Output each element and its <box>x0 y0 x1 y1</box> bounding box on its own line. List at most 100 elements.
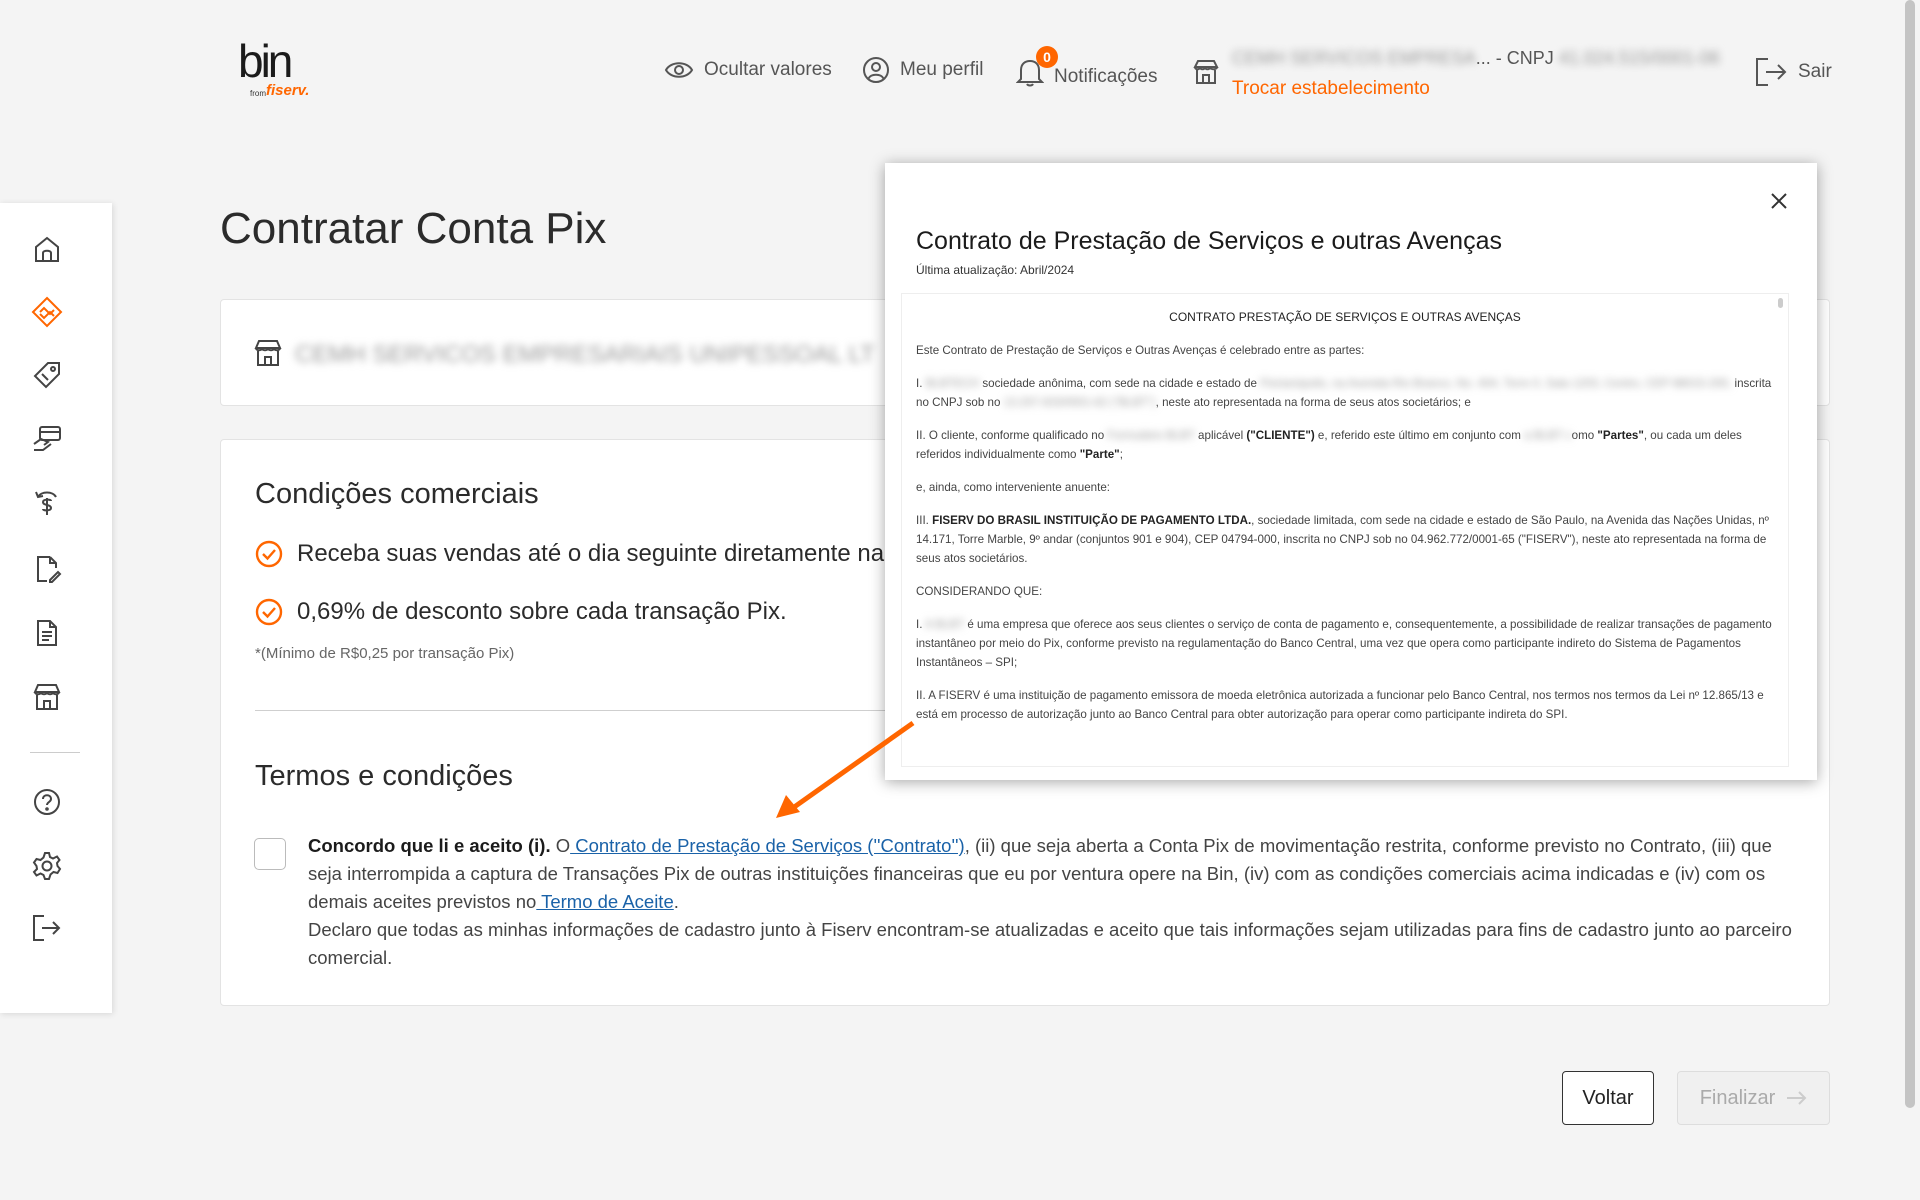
doc-paragraph: I. A BLBT é uma empresa que oferece aos … <box>916 615 1780 672</box>
doc-scrollbar[interactable] <box>1778 298 1783 308</box>
document-edit-icon <box>37 556 62 583</box>
terms-title: Termos e condições <box>255 760 513 792</box>
doc-redacted: Formulário BLBT <box>1107 429 1195 442</box>
settings-icon <box>32 852 62 880</box>
doc-bold: "Parte" <box>1079 448 1120 461</box>
document-icon <box>37 620 57 646</box>
close-icon <box>1771 193 1787 209</box>
establishment-info: CEMH SERVICOS EMPRESA... - CNPJ 41.024.5… <box>1232 48 1720 69</box>
doc-paragraph: III. FISERV DO BRASIL INSTITUIÇÃO DE PAG… <box>916 511 1780 568</box>
doc-redacted: BLBTECH <box>925 377 980 390</box>
price-tag-icon <box>33 362 60 389</box>
terms-text: Concordo que li e aceito (i). O Contrato… <box>308 832 1808 972</box>
doc-paragraph: e, ainda, como interveniente anuente: <box>916 481 1111 494</box>
eye-icon <box>664 62 694 78</box>
back-button-label: Voltar <box>1582 1086 1634 1109</box>
modal-title: Contrato de Prestação de Serviços e outr… <box>916 227 1502 255</box>
doc-text: é uma empresa que oferece aos seus clien… <box>916 618 1772 669</box>
contract-document[interactable]: CONTRATO PRESTAÇÃO DE SERVIÇOS E OUTRAS … <box>901 293 1789 767</box>
condition-text: Receba suas vendas até o dia seguinte di… <box>297 540 885 567</box>
contract-link[interactable]: Contrato de Prestação de Serviços (''Con… <box>570 835 964 856</box>
logout-label: Sair <box>1798 61 1832 82</box>
doc-text: I. <box>916 377 926 390</box>
condition-text: 0,69% de desconto sobre cada transação P… <box>297 598 787 625</box>
condition-item: Receba suas vendas até o dia seguinte di… <box>255 540 884 568</box>
store-icon <box>1193 60 1219 84</box>
doc-paragraph: II. A FISERV é uma instituição de pagame… <box>916 689 1764 721</box>
sidebar-item-card-sales[interactable] <box>31 423 63 455</box>
back-button[interactable]: Voltar <box>1562 1071 1654 1125</box>
sidebar-item-home[interactable] <box>31 233 63 265</box>
terms-agree: Concordo que li e aceito (i). <box>308 835 551 856</box>
establishment-full-name: CEMH SERVICOS EMPRESARIAIS UNIPESSOAL LT <box>295 341 875 368</box>
card-hand-icon <box>33 426 61 451</box>
doc-redacted: Florianópolis, na Avenida Rio Branco, No… <box>1260 377 1732 390</box>
minimum-fee-note: *(Mínimo de R$0,25 por transação Pix) <box>255 645 515 662</box>
condition-item: 0,69% de desconto sobre cada transação P… <box>255 598 787 626</box>
acceptance-term-link[interactable]: Termo de Aceite <box>536 891 674 912</box>
store-header-icon-wrap <box>1192 58 1220 86</box>
sidebar-item-help[interactable] <box>31 786 63 818</box>
home-icon <box>35 236 59 262</box>
check-circle-icon <box>255 598 283 626</box>
doc-text: sociedade anônima, com sede na cidade e … <box>979 377 1261 390</box>
logout-button[interactable]: Sair <box>1754 56 1832 88</box>
establishment-name: CEMH SERVICOS EMPRESA <box>1232 48 1476 68</box>
accept-terms-checkbox[interactable] <box>254 838 286 870</box>
sidebar-divider <box>30 752 80 753</box>
doc-bold: "Partes" <box>1597 429 1644 442</box>
modal-subtitle: Última atualização: Abril/2024 <box>916 263 1075 277</box>
logout-icon <box>1756 58 1787 86</box>
profile-button[interactable]: Meu perfil <box>862 56 983 84</box>
sidebar-item-stores[interactable] <box>31 681 63 713</box>
doc-text: II. O cliente, conforme qualificado no <box>916 429 1108 442</box>
sidebar-item-settings[interactable] <box>31 850 63 882</box>
establishment-cnpj-label: ... - CNPJ <box>1475 48 1554 68</box>
store-icon <box>33 684 61 710</box>
bin-logo[interactable]: bin from fiserv. <box>238 38 309 108</box>
contract-modal: Contrato de Prestação de Serviços e outr… <box>885 163 1817 780</box>
arrow-right-icon <box>1787 1091 1807 1105</box>
notification-count-badge: 0 <box>1036 46 1058 68</box>
doc-text: III. <box>916 514 933 527</box>
refund-icon <box>35 491 57 515</box>
doc-paragraph: CONSIDERANDO QUE: <box>916 585 1043 598</box>
sidebar-item-logout[interactable] <box>31 912 63 944</box>
annotation-arrow <box>776 720 915 818</box>
doc-text: , neste ato representada na forma de seu… <box>1155 396 1471 409</box>
establishment-cnpj: 41.024.515/0001-06 <box>1558 48 1720 68</box>
sidebar-item-reports[interactable] <box>31 617 63 649</box>
terms-o: O <box>550 835 571 856</box>
doc-redacted: a BLBT c <box>1524 429 1572 442</box>
logo-from: from <box>250 89 266 98</box>
doc-text: ; <box>1119 448 1123 461</box>
doc-heading: CONTRATO PRESTAÇÃO DE SERVIÇOS E OUTRAS … <box>1169 310 1521 324</box>
sidebar <box>0 203 112 1013</box>
sidebar-item-refunds[interactable] <box>31 487 63 519</box>
doc-redacted: A BLBT <box>925 618 965 631</box>
hide-values-button[interactable]: Ocultar valores <box>664 58 832 82</box>
page-title: Contratar Conta Pix <box>220 204 607 253</box>
sidebar-item-requests[interactable] <box>31 553 63 585</box>
doc-paragraph: I. BLBTECH sociedade anônima, com sede n… <box>916 374 1780 412</box>
finish-button-label: Finalizar <box>1699 1086 1776 1109</box>
store-icon <box>254 340 282 366</box>
user-circle-icon <box>863 57 889 83</box>
doc-redacted: 13.207.633/0001-62 ("BLBT") <box>1003 396 1156 409</box>
change-establishment-link[interactable]: Trocar estabelecimento <box>1232 78 1430 100</box>
doc-bold: ("CLIENTE") <box>1246 429 1315 442</box>
profile-label: Meu perfil <box>900 59 984 80</box>
doc-text: e, referido este último em conjunto com <box>1314 429 1525 442</box>
help-icon <box>34 789 60 815</box>
doc-text: aplicável <box>1194 429 1247 442</box>
terms-period: . <box>673 891 679 912</box>
conditions-title: Condições comerciais <box>255 478 539 510</box>
doc-text: I. <box>916 618 926 631</box>
check-circle-icon <box>255 540 283 568</box>
doc-bold: FISERV DO BRASIL INSTITUIÇÃO DE PAGAMENT… <box>932 514 1252 527</box>
finish-button[interactable]: Finalizar <box>1677 1071 1830 1125</box>
sidebar-item-pix[interactable] <box>31 296 63 328</box>
page-scrollbar[interactable] <box>1905 0 1915 1108</box>
sidebar-item-prices[interactable] <box>31 359 63 391</box>
close-button[interactable] <box>1767 189 1791 213</box>
